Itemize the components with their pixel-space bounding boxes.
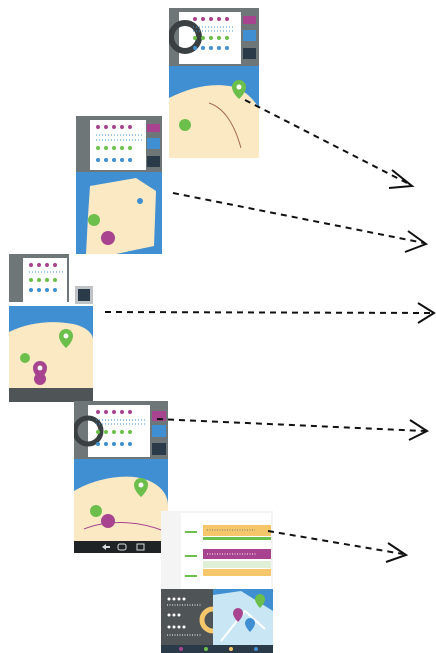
android-nav-bar	[74, 541, 168, 553]
screen-1-art	[169, 8, 259, 158]
map-marker-purple	[101, 231, 115, 245]
arrow-5-line	[267, 530, 404, 555]
screen-2-art	[76, 116, 162, 254]
side-block-blue	[243, 30, 256, 41]
arrow-5-head	[385, 542, 409, 563]
side-block-blue	[147, 138, 160, 149]
side-block-purple	[243, 16, 256, 24]
map-marker-green	[90, 505, 102, 517]
screen-4	[74, 401, 168, 553]
screen-5	[161, 511, 273, 653]
arrow-2-head	[404, 230, 429, 253]
screen-4-art	[74, 401, 168, 553]
screen-3	[9, 254, 93, 402]
bottom-bar	[9, 388, 93, 402]
map-pin-icon	[33, 361, 47, 385]
list-row-green	[203, 561, 271, 568]
map-marker-purple	[101, 514, 115, 528]
list-divider-green	[203, 537, 271, 540]
arrow-3-line	[104, 311, 433, 314]
multi-screen-diagram	[0, 0, 436, 653]
screen-2	[76, 116, 162, 254]
list-row-orange-2	[203, 569, 271, 576]
arrow-1-line	[244, 99, 410, 185]
side-block-navy	[243, 48, 256, 59]
arrow-4-head	[408, 419, 430, 441]
screen-3-art	[9, 254, 93, 402]
map-marker-green	[88, 214, 100, 226]
dashboard-panel	[161, 589, 213, 645]
map-marker-blue	[137, 198, 143, 204]
arrow-4-line	[156, 418, 426, 432]
side-block-blue	[152, 425, 166, 437]
side-block-purple	[152, 411, 166, 421]
arrow-3-head	[417, 302, 436, 324]
side-block-navy	[147, 156, 160, 167]
side-block-navy	[152, 443, 166, 455]
screen-1	[169, 8, 259, 158]
screen-5-art	[161, 511, 273, 653]
map-marker-green	[20, 353, 30, 363]
map-marker-green	[179, 119, 191, 131]
map-land	[74, 476, 168, 541]
side-block-purple	[147, 124, 160, 132]
side-block-navy	[78, 289, 90, 301]
arrow-1-head	[388, 169, 415, 189]
arrow-2-line	[172, 192, 425, 244]
